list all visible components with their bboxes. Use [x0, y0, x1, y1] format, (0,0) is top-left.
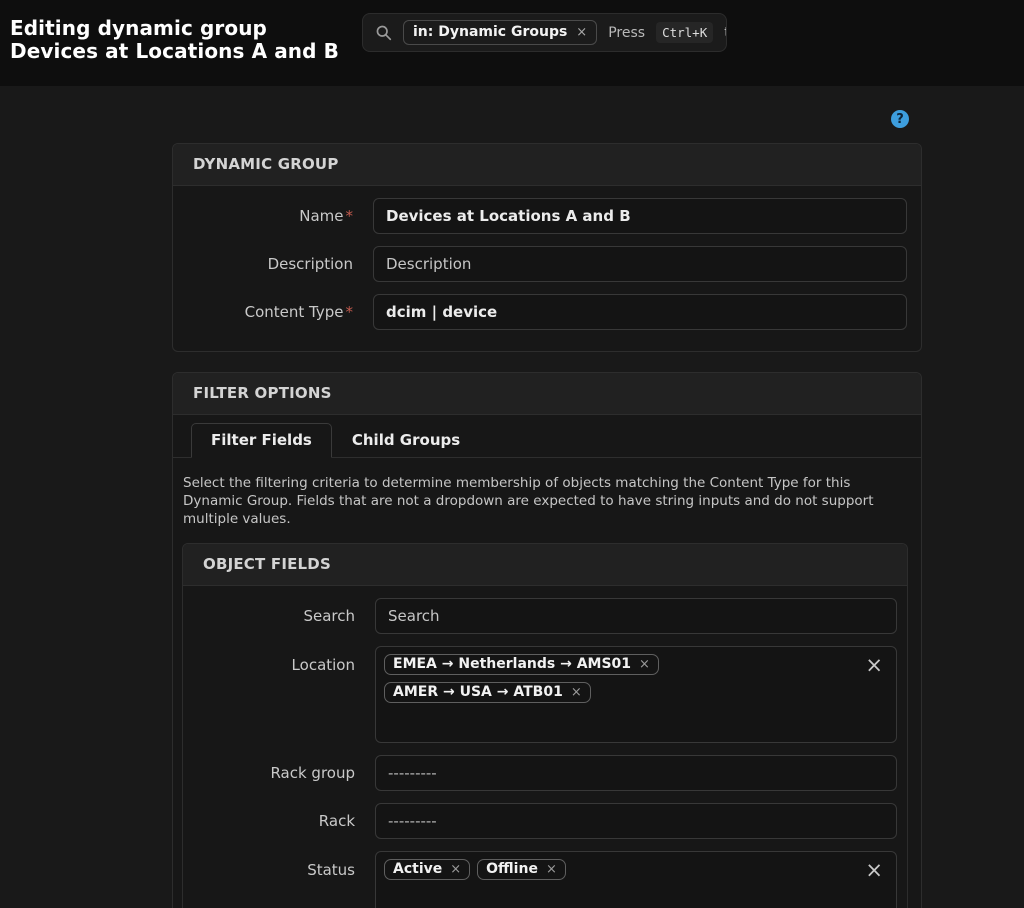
search-hint-prefix: Press	[608, 25, 645, 41]
status-tag-label: Offline	[486, 861, 538, 877]
location-tag: EMEA → Netherlands → AMS01 ×	[384, 654, 659, 675]
location-row: Location EMEA → Netherlands → AMS01 × AM…	[195, 646, 897, 743]
location-tag-label: AMER → USA → ATB01	[393, 684, 563, 700]
top-header: Editing dynamic group Devices at Locatio…	[0, 0, 1024, 86]
search-scope-label: in: Dynamic Groups	[413, 24, 567, 40]
location-tag-label: EMEA → Netherlands → AMS01	[393, 656, 631, 672]
form-container: DYNAMIC GROUP Name* Description Content …	[172, 143, 922, 908]
page-title: Editing dynamic group Devices at Locatio…	[10, 17, 362, 63]
tab-filter-fields[interactable]: Filter Fields	[191, 423, 332, 458]
remove-tag-icon[interactable]: ×	[450, 862, 461, 877]
description-label: Description	[187, 255, 373, 273]
remove-tag-icon[interactable]: ×	[546, 862, 557, 877]
location-tag: AMER → USA → ATB01 ×	[384, 682, 591, 703]
help-icon[interactable]: ?	[891, 110, 909, 128]
content-type-value: dcim | device	[386, 303, 497, 321]
global-search-input[interactable]: in: Dynamic Groups × Press Ctrl+K to sea…	[362, 13, 727, 52]
content-type-select[interactable]: dcim | device	[373, 294, 907, 330]
status-tag: Active ×	[384, 859, 470, 880]
content-type-label: Content Type*	[187, 303, 373, 321]
rack-placeholder: ---------	[388, 812, 437, 830]
name-field[interactable]	[373, 198, 907, 234]
search-label: Search	[195, 607, 375, 625]
search-row: Search	[195, 598, 897, 634]
required-asterisk: *	[346, 303, 354, 321]
location-multiselect[interactable]: EMEA → Netherlands → AMS01 × AMER → USA …	[375, 646, 897, 743]
clear-location-icon[interactable]: ×	[865, 655, 883, 676]
name-label: Name*	[187, 207, 373, 225]
object-fields-panel: OBJECT FIELDS Search Location	[182, 543, 908, 908]
status-row: Status Active × Offline ×	[195, 851, 897, 908]
tab-child-groups[interactable]: Child Groups	[332, 423, 480, 458]
status-multiselect[interactable]: Active × Offline × ×	[375, 851, 897, 908]
name-row: Name*	[187, 198, 907, 234]
object-fields-panel-title: OBJECT FIELDS	[183, 544, 907, 586]
filter-help-text: Select the filtering criteria to determi…	[182, 475, 908, 528]
rack-group-row: Rack group ---------	[195, 755, 897, 791]
search-hint-suffix: to search	[724, 25, 727, 41]
rack-group-select[interactable]: ---------	[375, 755, 897, 791]
main-content: ? DYNAMIC GROUP Name* Description	[0, 86, 1024, 908]
dynamic-group-panel-title: DYNAMIC GROUP	[173, 144, 921, 186]
status-tag-label: Active	[393, 861, 442, 877]
rack-group-label: Rack group	[195, 764, 375, 782]
description-field[interactable]	[373, 246, 907, 282]
search-icon	[375, 24, 392, 41]
status-tag: Offline ×	[477, 859, 566, 880]
filter-tabs: Filter Fields Child Groups	[173, 415, 921, 458]
filter-options-panel-title: FILTER OPTIONS	[173, 373, 921, 415]
status-label: Status	[195, 851, 375, 879]
filter-options-panel: FILTER OPTIONS Filter Fields Child Group…	[172, 372, 922, 908]
rack-select[interactable]: ---------	[375, 803, 897, 839]
required-asterisk: *	[346, 207, 354, 225]
remove-scope-icon[interactable]: ×	[576, 25, 587, 40]
object-search-field[interactable]	[375, 598, 897, 634]
location-label: Location	[195, 646, 375, 674]
remove-tag-icon[interactable]: ×	[639, 657, 650, 672]
search-scope-chip[interactable]: in: Dynamic Groups ×	[403, 20, 597, 45]
ctrl-k-kbd: Ctrl+K	[656, 22, 713, 43]
dynamic-group-panel: DYNAMIC GROUP Name* Description Content …	[172, 143, 922, 352]
rack-label: Rack	[195, 812, 375, 830]
description-row: Description	[187, 246, 907, 282]
content-type-row: Content Type* dcim | device	[187, 294, 907, 330]
rack-row: Rack ---------	[195, 803, 897, 839]
rack-group-placeholder: ---------	[388, 764, 437, 782]
clear-status-icon[interactable]: ×	[865, 860, 883, 881]
remove-tag-icon[interactable]: ×	[571, 685, 582, 700]
